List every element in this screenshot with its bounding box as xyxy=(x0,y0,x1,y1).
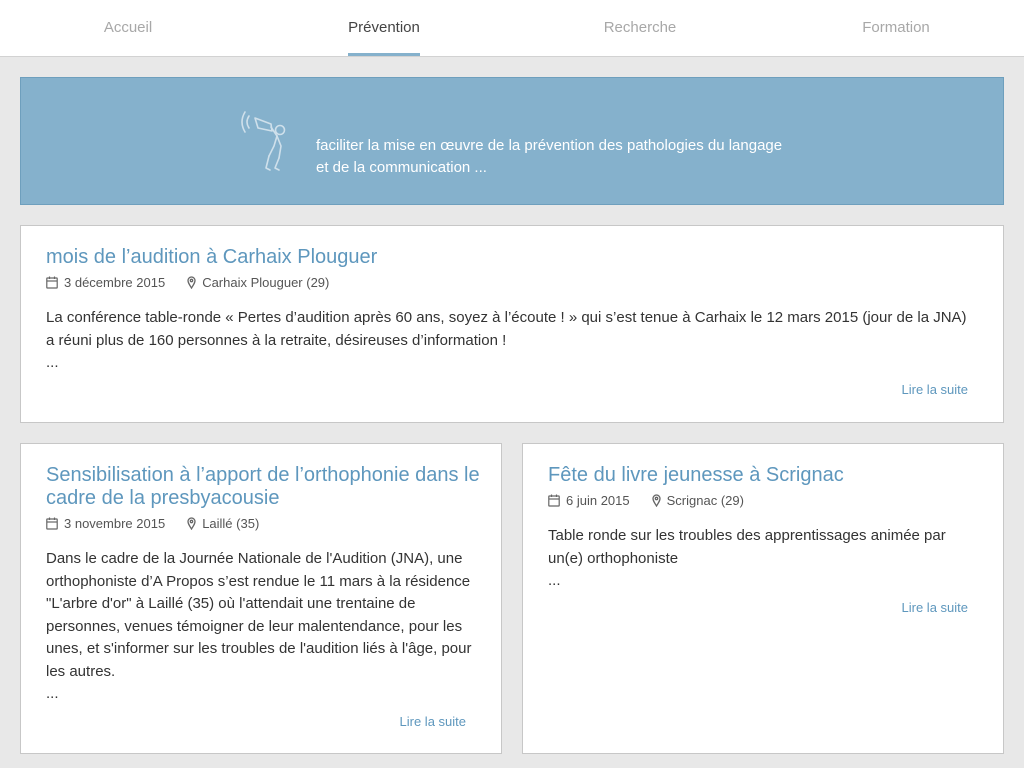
article-excerpt: La conférence table-ronde « Pertes d’aud… xyxy=(46,307,976,375)
map-marker-icon xyxy=(187,516,196,530)
banner-line-2: et de la communication ... xyxy=(316,159,487,176)
article-excerpt-text: Dans le cadre de la Journée Nationale de… xyxy=(46,550,472,680)
article-title[interactable]: Fête du livre jeunesse à Scrignac xyxy=(548,464,983,487)
read-more-link[interactable]: Lire la suite xyxy=(902,382,968,397)
article-date: 3 décembre 2015 xyxy=(46,275,165,290)
article-location: Laillé (35) xyxy=(187,516,259,531)
calendar-icon xyxy=(46,276,58,289)
article-ellipsis: ... xyxy=(46,354,59,371)
article-excerpt-text: Table ronde sur les troubles des apprent… xyxy=(548,527,946,567)
article-card: Fête du livre jeunesse à Scrignac 6 juin… xyxy=(522,443,1004,754)
megaphone-person-icon xyxy=(241,111,286,171)
tab-prevention[interactable]: Prévention xyxy=(256,0,512,56)
article-ellipsis: ... xyxy=(548,572,561,589)
article-meta: 3 novembre 2015 Laillé (35) xyxy=(46,515,481,531)
tab-accueil[interactable]: Accueil xyxy=(0,0,256,56)
map-marker-icon xyxy=(651,493,661,507)
article-excerpt-text: La conférence table-ronde « Pertes d’aud… xyxy=(46,309,967,349)
map-marker-icon xyxy=(187,275,196,289)
tab-recherche[interactable]: Recherche xyxy=(512,0,768,56)
banner-line-1: faciliter la mise en œuvre de la prévent… xyxy=(316,137,783,154)
article-location-text: Carhaix Plouguer (29) xyxy=(202,274,330,290)
article-date-text: 3 décembre 2015 xyxy=(64,274,166,290)
article-location: Carhaix Plouguer (29) xyxy=(187,275,329,290)
calendar-icon xyxy=(548,494,560,507)
article-date: 3 novembre 2015 xyxy=(46,516,165,531)
article-location-text: Laillé (35) xyxy=(202,515,260,531)
article-excerpt: Table ronde sur les troubles des apprent… xyxy=(548,525,983,593)
article-card: Sensibilisation à l’apport de l’orthopho… xyxy=(20,443,502,754)
article-title[interactable]: mois de l’audition à Carhaix Plouguer xyxy=(46,246,976,269)
article-date-text: 3 novembre 2015 xyxy=(64,515,166,531)
main-nav: Accueil Prévention Recherche Formation xyxy=(0,0,1024,57)
article-location-text: Scrignac (29) xyxy=(666,492,744,508)
article-meta: 3 décembre 2015 Carhaix Plouguer (29) xyxy=(46,274,976,290)
article-title[interactable]: Sensibilisation à l’apport de l’orthopho… xyxy=(46,464,481,510)
tab-formation[interactable]: Formation xyxy=(768,0,1024,56)
article-date-text: 6 juin 2015 xyxy=(566,492,630,508)
article-meta: 6 juin 2015 Scrignac (29) xyxy=(548,492,983,508)
prevention-banner: faciliter la mise en œuvre de la prévent… xyxy=(20,77,1004,205)
article-location: Scrignac (29) xyxy=(651,492,744,508)
article-excerpt: Dans le cadre de la Journée Nationale de… xyxy=(46,548,481,706)
calendar-icon xyxy=(46,517,58,530)
read-more-link[interactable]: Lire la suite xyxy=(902,600,968,615)
article-card: mois de l’audition à Carhaix Plouguer 3 … xyxy=(20,225,1004,423)
read-more-link[interactable]: Lire la suite xyxy=(400,714,466,729)
banner-tagline: faciliter la mise en œuvre de la prévent… xyxy=(316,135,836,179)
article-ellipsis: ... xyxy=(46,685,59,702)
article-date: 6 juin 2015 xyxy=(548,493,630,508)
